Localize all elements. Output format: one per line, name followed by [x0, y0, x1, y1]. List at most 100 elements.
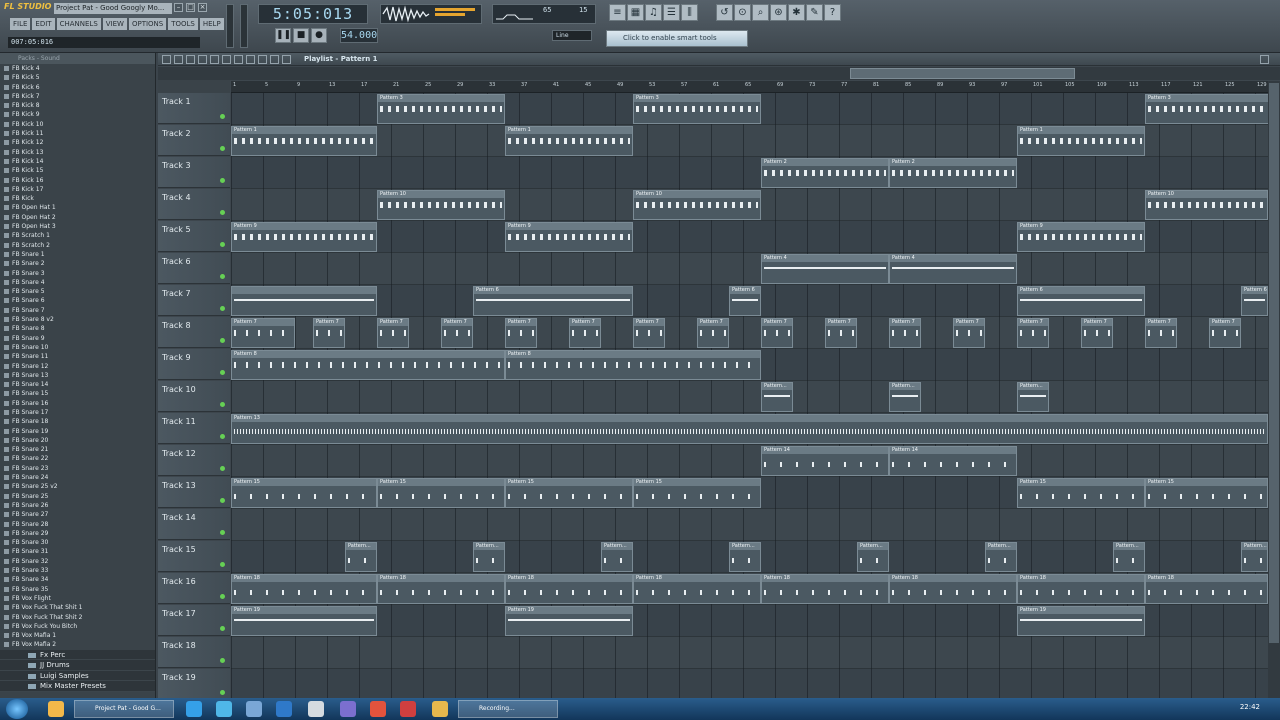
- track-mute-led[interactable]: [220, 210, 225, 215]
- browser-item[interactable]: FB Snare 22: [0, 454, 155, 463]
- chrome-icon[interactable]: [370, 701, 386, 717]
- browser-item[interactable]: FB Snare 28: [0, 520, 155, 529]
- pattern-clip[interactable]: Pattern 7: [377, 318, 409, 348]
- browser-item[interactable]: FB Kick 11: [0, 129, 155, 138]
- browser-item[interactable]: FB Vox Flight: [0, 594, 155, 603]
- menu-item-help[interactable]: HELP: [199, 18, 224, 30]
- pattern-clip[interactable]: Pattern 15: [505, 478, 633, 508]
- browser-item[interactable]: FB Kick 4: [0, 64, 155, 73]
- track-lane[interactable]: [231, 669, 1268, 698]
- browser-folder[interactable]: Mix Master Presets: [0, 681, 155, 692]
- track-mute-led[interactable]: [220, 562, 225, 567]
- browser-item[interactable]: FB Vox Fuck That Shit 1: [0, 603, 155, 612]
- browser-item[interactable]: FB Snare 29: [0, 529, 155, 538]
- browser-item[interactable]: FB Snare 17: [0, 408, 155, 417]
- track-mute-led[interactable]: [220, 274, 225, 279]
- track-lane[interactable]: [231, 157, 1268, 189]
- track-header[interactable]: Track 15: [158, 541, 230, 572]
- pattern-clip[interactable]: Pattern 3: [1145, 94, 1268, 124]
- pattern-clip[interactable]: [231, 286, 377, 316]
- browser-item[interactable]: FB Snare 6: [0, 296, 155, 305]
- master-pitch-slider[interactable]: [240, 4, 248, 48]
- pattern-clip[interactable]: Pattern...: [473, 542, 505, 572]
- browser-item[interactable]: FB Scratch 1: [0, 231, 155, 240]
- pattern-clip[interactable]: Pattern...: [985, 542, 1017, 572]
- pattern-clip[interactable]: Pattern 3: [377, 94, 505, 124]
- pattern-clip[interactable]: Pattern 9: [505, 222, 633, 252]
- browser-item[interactable]: FB Snare 31: [0, 547, 155, 556]
- browser-item[interactable]: FB Kick 17: [0, 185, 155, 194]
- track-header[interactable]: Track 18: [158, 637, 230, 668]
- pattern-clip[interactable]: Pattern 7: [697, 318, 729, 348]
- minimize-icon[interactable]: –: [174, 3, 183, 12]
- pattern-clip[interactable]: Pattern 7: [889, 318, 921, 348]
- pattern-clip[interactable]: Pattern 19: [1017, 606, 1145, 636]
- pattern-clip[interactable]: Pattern 13: [231, 414, 1268, 444]
- pattern-clip[interactable]: Pattern 6: [1017, 286, 1145, 316]
- pattern-clip[interactable]: Pattern 19: [231, 606, 377, 636]
- pattern-clip[interactable]: Pattern 18: [1017, 574, 1145, 604]
- browser-item[interactable]: FB Open Hat 2: [0, 213, 155, 222]
- menu-icon[interactable]: [162, 55, 171, 64]
- browser-item[interactable]: FB Snare 25: [0, 492, 155, 501]
- browser-item[interactable]: FB Kick 5: [0, 73, 155, 82]
- track-mute-led[interactable]: [220, 498, 225, 503]
- track-header[interactable]: Track 12: [158, 445, 230, 476]
- pattern-clip[interactable]: Pattern 7: [761, 318, 793, 348]
- browser-item[interactable]: FB Scratch 2: [0, 241, 155, 250]
- step-sequencer-icon[interactable]: ▦: [627, 4, 644, 21]
- browser-item[interactable]: FB Vox Mafia 2: [0, 640, 155, 649]
- pattern-clip[interactable]: Pattern 18: [231, 574, 377, 604]
- pattern-clip[interactable]: Pattern 6: [473, 286, 633, 316]
- menu-item-edit[interactable]: EDIT: [32, 18, 55, 30]
- track-mute-led[interactable]: [220, 306, 225, 311]
- plugin-hint[interactable]: Click to enable smart tools: [606, 30, 748, 47]
- browser-item[interactable]: FB Snare 24: [0, 473, 155, 482]
- pattern-clip[interactable]: Pattern 15: [1145, 478, 1268, 508]
- taskbar-fl-studio[interactable]: Project Pat - Good G...: [74, 700, 174, 718]
- vertical-scrollbar[interactable]: [1268, 81, 1280, 698]
- browser-item[interactable]: FB Snare 19: [0, 427, 155, 436]
- browser-app-icon[interactable]: [216, 701, 232, 717]
- explorer-icon[interactable]: [48, 701, 64, 717]
- browser-item[interactable]: FB Vox Fuck That Shit 2: [0, 613, 155, 622]
- track-mute-led[interactable]: [220, 178, 225, 183]
- pattern-clip[interactable]: Pattern 18: [761, 574, 889, 604]
- pattern-clip[interactable]: Pattern 1: [231, 126, 377, 156]
- help-icon[interactable]: ?: [824, 4, 841, 21]
- track-mute-led[interactable]: [220, 434, 225, 439]
- menu-item-view[interactable]: VIEW: [102, 18, 127, 30]
- track-header[interactable]: Track 19: [158, 669, 230, 700]
- zoom-tool-icon[interactable]: [270, 55, 279, 64]
- track-header[interactable]: Track 7: [158, 285, 230, 316]
- pattern-clip[interactable]: Pattern...: [1113, 542, 1145, 572]
- track-header[interactable]: Track 2: [158, 125, 230, 156]
- pattern-clip[interactable]: Pattern 7: [825, 318, 857, 348]
- close-icon[interactable]: ×: [198, 3, 207, 12]
- stop-button[interactable]: ■: [293, 28, 309, 43]
- browser-item[interactable]: FB Snare 14: [0, 380, 155, 389]
- browser-item[interactable]: FB Kick 16: [0, 176, 155, 185]
- pattern-clip[interactable]: Pattern 7: [505, 318, 537, 348]
- browser-item[interactable]: FB Snare 11: [0, 352, 155, 361]
- browser-item[interactable]: FB Kick 9: [0, 110, 155, 119]
- piano-roll-icon[interactable]: ♫: [645, 4, 662, 21]
- snap-select[interactable]: Line: [552, 30, 592, 41]
- pattern-clip[interactable]: Pattern...: [729, 542, 761, 572]
- pattern-clip[interactable]: Pattern 4: [889, 254, 1017, 284]
- maximize-icon[interactable]: □: [186, 3, 195, 12]
- track-lane[interactable]: [231, 637, 1268, 669]
- browser-item[interactable]: FB Snare 32: [0, 557, 155, 566]
- pattern-clip[interactable]: Pattern 4: [761, 254, 889, 284]
- browser-item[interactable]: FB Kick 14: [0, 157, 155, 166]
- browser-item[interactable]: FB Kick: [0, 194, 155, 203]
- browser-item[interactable]: FB Snare 23: [0, 464, 155, 473]
- pattern-clip[interactable]: Pattern 14: [761, 446, 889, 476]
- browser-icon[interactable]: ☰: [663, 4, 680, 21]
- track-header[interactable]: Track 4: [158, 189, 230, 220]
- photo-icon[interactable]: [400, 701, 416, 717]
- pattern-clip[interactable]: Pattern 10: [633, 190, 761, 220]
- pattern-clip[interactable]: Pattern...: [857, 542, 889, 572]
- track-mute-led[interactable]: [220, 370, 225, 375]
- pattern-clip[interactable]: Pattern 7: [569, 318, 601, 348]
